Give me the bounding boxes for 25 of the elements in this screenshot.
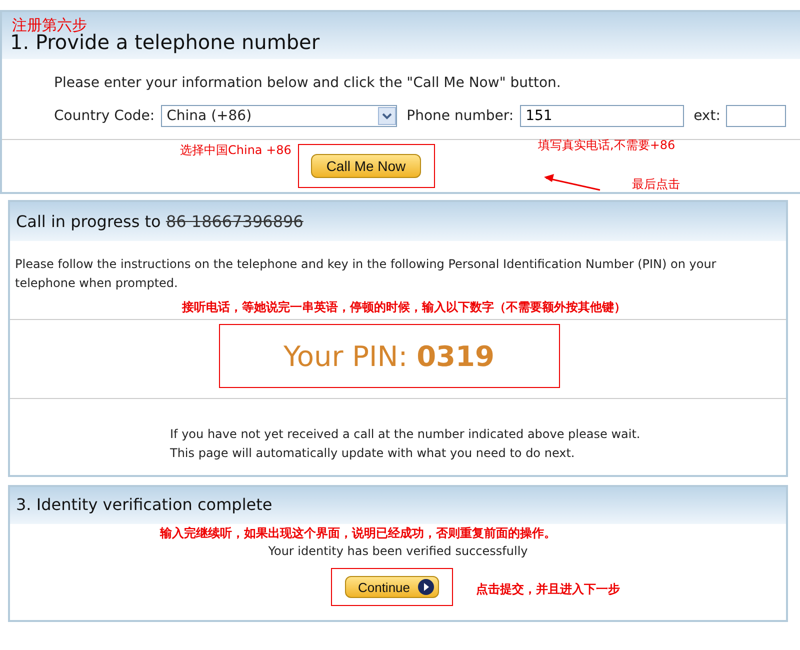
annotation-text: 输入完继续听，如果出现这个界面，说明已经成功，否则重复前面的操作。 xyxy=(160,525,556,542)
country-label: Country Code: xyxy=(54,108,155,124)
country-select[interactable]: China (+86) xyxy=(160,105,397,127)
section-title: Call in progress to 86 18667396896 xyxy=(16,212,304,231)
pin-text: Your PIN: 0319 xyxy=(283,340,495,372)
ext-field[interactable] xyxy=(726,105,786,127)
success-message: Your identity has been verified successfully xyxy=(267,544,529,558)
phone-label: Phone number: xyxy=(406,108,514,124)
wait-text: If you have not yet received a call at the number indicated above please wait. This page will automatically update with what you need to do next. xyxy=(170,426,642,462)
section-title: 3. Identity verification complete xyxy=(16,495,272,514)
dropdown-icon xyxy=(378,107,396,125)
call-me-now-button[interactable]: Call Me Now xyxy=(311,154,421,178)
annotation-text: 填写真实电话,不需要+86 xyxy=(538,137,676,154)
annotation-text: 接听电话，等她说完一串英语，停顿的时候，输入以下数字（不需要额外按其他键） xyxy=(182,299,626,316)
play-icon xyxy=(418,579,434,595)
step-note: 注册第六步 xyxy=(12,16,87,34)
continue-button[interactable]: Continue xyxy=(344,576,440,598)
annotation-text: 点击提交，并且进入下一步 xyxy=(476,581,620,598)
ext-label: ext: xyxy=(694,108,720,124)
instructions-text: Please follow the instructions on the telephone and key in the following Personal Identification Number (PIN) on your telephone when prompted. xyxy=(15,256,718,292)
intro-text: Please enter your information below and click the "Call Me Now" button. xyxy=(53,75,562,91)
annotation-text: 选择中国China +86 xyxy=(180,142,292,159)
annotation-text: 最后点击 xyxy=(632,176,680,193)
phone-field[interactable]: 151 xyxy=(520,105,684,127)
arrow-icon xyxy=(542,172,602,192)
